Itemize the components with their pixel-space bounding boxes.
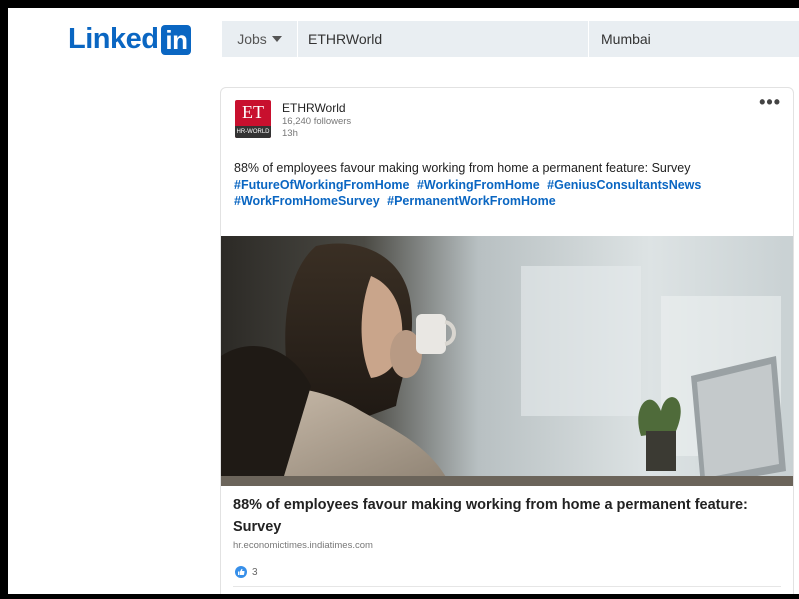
search-category-label: Jobs [237,31,267,47]
location-search-input[interactable]: Mumbai [589,21,799,57]
browser-viewport: Linked in Jobs ETHRWorld Mumbai ET HR-WO… [8,8,799,594]
post-time: 13h [282,128,298,139]
avatar-logo-text: ET [242,102,264,122]
reaction-count: 3 [252,566,258,578]
location-value: Mumbai [601,31,651,47]
keyword-value: ETHRWorld [308,31,383,47]
article-image[interactable] [221,236,793,486]
author-avatar[interactable]: ET HR-WORLD [235,100,271,138]
avatar-logo-subtext: HR-WORLD [235,126,271,138]
search-bar: Jobs ETHRWorld Mumbai [222,21,799,57]
article-source: hr.economictimes.indiatimes.com [233,540,373,551]
thumbs-up-icon [235,566,247,578]
article-headline[interactable]: 88% of employees favour making working f… [233,494,773,538]
reaction-summary[interactable]: 3 [235,566,258,578]
hashtag-list: #FutureOfWorkingFromHome #WorkingFromHom… [234,177,782,209]
keyword-search-input[interactable]: ETHRWorld [297,21,589,57]
post-text: 88% of employees favour making working f… [234,161,691,175]
hashtag-link[interactable]: #WorkFromHomeSurvey [234,194,380,208]
search-category-dropdown[interactable]: Jobs [222,21,297,57]
logo-text: Linked [68,23,159,55]
logo-badge: in [161,24,192,55]
linkedin-logo[interactable]: Linked in [68,23,192,56]
caret-down-icon [271,36,282,42]
card-divider [233,586,781,587]
hashtag-link[interactable]: #GeniusConsultantsNews [547,178,701,192]
more-options-icon[interactable]: ••• [759,92,781,113]
author-name[interactable]: ETHRWorld [282,101,346,115]
hashtag-link[interactable]: #FutureOfWorkingFromHome [234,178,409,192]
hashtag-link[interactable]: #WorkingFromHome [417,178,540,192]
author-followers: 16,240 followers [282,116,352,127]
hashtag-link[interactable]: #PermanentWorkFromHome [387,194,556,208]
feed-post-card: ET HR-WORLD ETHRWorld 16,240 followers 1… [220,87,794,594]
